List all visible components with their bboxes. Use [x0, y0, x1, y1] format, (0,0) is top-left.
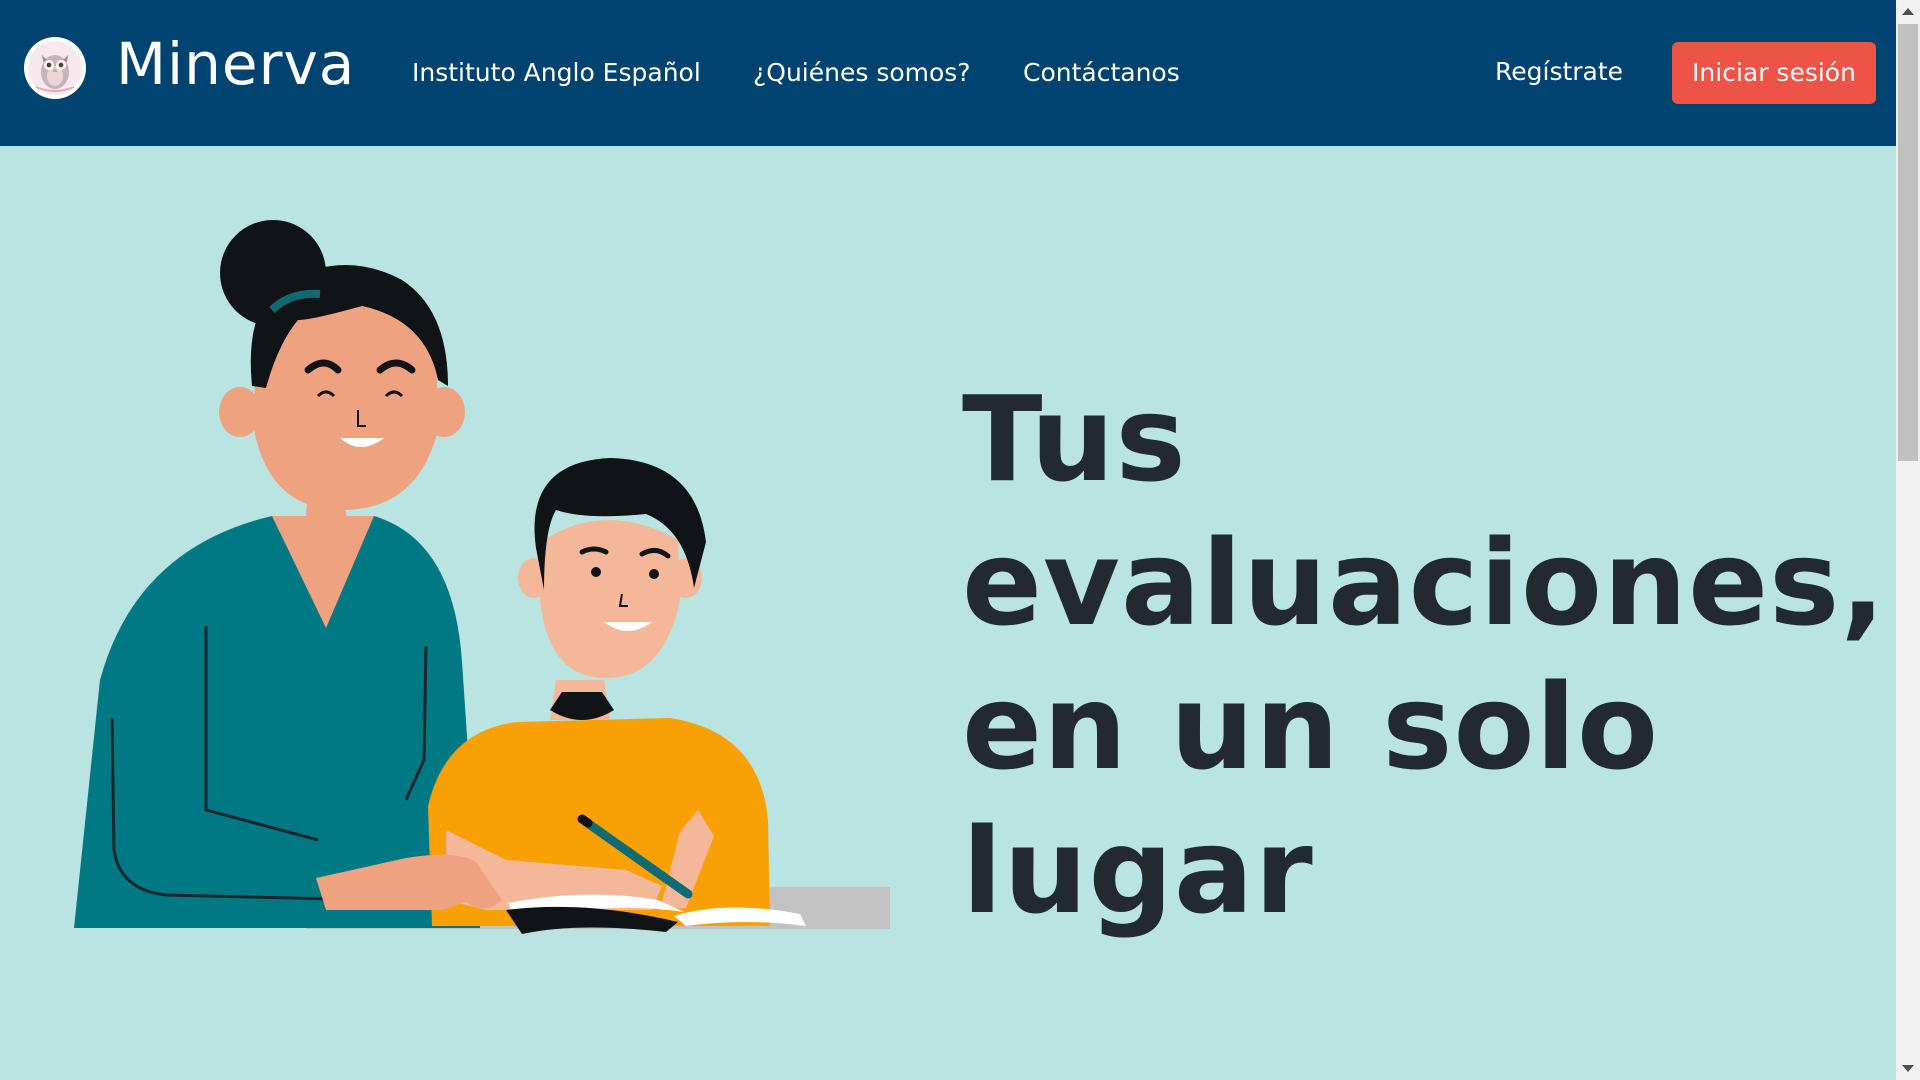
scroll-up-button[interactable] — [1896, 0, 1920, 24]
brand-name[interactable]: Minerva — [116, 26, 355, 102]
headline-line-1: Tus — [962, 370, 1187, 509]
headline-line-4: lugar — [962, 802, 1314, 941]
headline-line-3: en un solo — [962, 658, 1660, 797]
register-link[interactable]: Regístrate — [1495, 55, 1623, 89]
scroll-down-arrow-icon — [1902, 1065, 1914, 1072]
nav-link-instituto[interactable]: Instituto Anglo Español — [412, 56, 701, 90]
login-button[interactable]: Iniciar sesión — [1672, 42, 1876, 104]
owl-logo-icon[interactable] — [24, 37, 86, 99]
nav-link-contactanos[interactable]: Contáctanos — [1023, 56, 1180, 90]
top-navbar: Minerva Instituto Anglo Español ¿Quiénes… — [0, 0, 1896, 146]
teacher-and-student-illustration — [66, 210, 906, 944]
headline-line-2: evaluaciones, — [962, 514, 1887, 653]
scrollbar-thumb[interactable] — [1898, 24, 1918, 461]
nav-link-quienes-somos[interactable]: ¿Quiénes somos? — [753, 56, 971, 90]
scroll-down-button[interactable] — [1896, 1056, 1920, 1080]
hero-headline: Tus evaluaciones, en un solo lugar — [962, 367, 1887, 943]
scroll-up-arrow-icon — [1902, 8, 1914, 15]
